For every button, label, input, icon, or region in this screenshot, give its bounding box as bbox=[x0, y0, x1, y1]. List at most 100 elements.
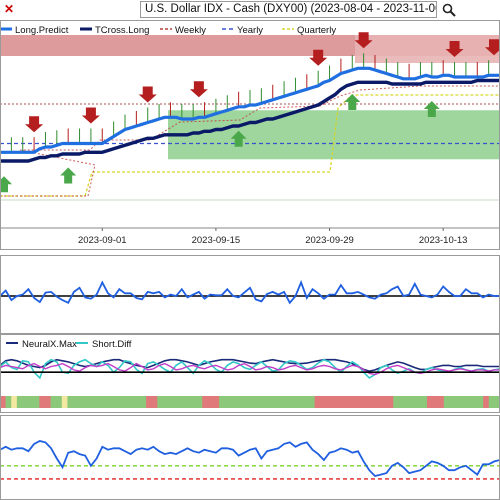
signal-strip-cell bbox=[73, 396, 80, 408]
signal-strip-cell bbox=[123, 396, 130, 408]
signal-strip-cell bbox=[157, 396, 164, 408]
signal-strip-cell bbox=[432, 396, 439, 408]
signal-strip-cell bbox=[213, 396, 220, 408]
signal-strip-cell bbox=[56, 396, 63, 408]
signal-strip-cell bbox=[308, 396, 316, 408]
signal-strip-cell bbox=[314, 396, 321, 408]
signal-strip-cell bbox=[247, 396, 254, 408]
signal-strip-cell bbox=[359, 396, 366, 408]
signal-strip-cell bbox=[415, 396, 422, 408]
signal-strip-cell bbox=[297, 396, 304, 408]
signal-strip-cell bbox=[5, 396, 12, 408]
signal-strip-cell bbox=[331, 396, 338, 408]
signal-strip-cell bbox=[449, 396, 456, 408]
signal-strip-cell bbox=[320, 396, 327, 408]
signal-strip-cell bbox=[39, 396, 46, 408]
price-panel: Long.Predict TCross.Long Weekly Yearly Quart… bbox=[0, 25, 500, 246]
x-tick-label: 2023-09-29 bbox=[305, 235, 354, 246]
signal-strip-cell bbox=[376, 396, 383, 408]
signal-strip-cell bbox=[443, 396, 450, 408]
signal-strip-cell bbox=[146, 396, 153, 408]
signal-strip-cell bbox=[460, 396, 467, 408]
signal-strip-cell bbox=[241, 396, 248, 408]
down-arrow-marker bbox=[138, 86, 157, 103]
legend-label: Short.Diff bbox=[92, 339, 132, 350]
signal-strip-cell bbox=[275, 396, 282, 408]
signal-strip-cell bbox=[22, 396, 29, 408]
signal-strip-cell bbox=[466, 396, 473, 408]
signal-strip-cell bbox=[264, 396, 271, 408]
signal-strip-cell bbox=[112, 396, 119, 408]
signal-strip-cell bbox=[230, 396, 237, 408]
signal-strip-cell bbox=[365, 396, 372, 408]
signal-strip-cell bbox=[28, 396, 35, 408]
signal-strip-cell bbox=[404, 396, 411, 408]
signal-strip-cell bbox=[219, 396, 226, 408]
signal-strip-cell bbox=[101, 396, 108, 408]
signal-strip-cell bbox=[426, 396, 433, 408]
chart-canvas: Long.Predict TCross.Long Weekly Yearly Quart… bbox=[0, 20, 500, 500]
signal-strip-cell bbox=[179, 396, 186, 408]
signal-strip-cell bbox=[185, 396, 192, 408]
legend-label: TCross.Long bbox=[95, 25, 149, 36]
signal-strip-cell bbox=[410, 396, 417, 408]
signal-strip-cell bbox=[129, 396, 136, 408]
signal-strip-cell bbox=[438, 396, 445, 408]
signal-strip-cell bbox=[196, 396, 203, 408]
search-icon bbox=[442, 3, 456, 17]
panel-border bbox=[0, 415, 500, 500]
close-icon[interactable]: ✕ bbox=[4, 2, 14, 16]
up-arrow-marker bbox=[344, 94, 361, 110]
signal-strip-cell bbox=[168, 396, 175, 408]
legend-label: Quarterly bbox=[297, 25, 336, 36]
signal-strip-cell bbox=[387, 396, 394, 408]
signal-strip-cell bbox=[11, 396, 18, 408]
signal-strip-cell bbox=[134, 396, 141, 408]
x-tick-label: 2023-09-01 bbox=[78, 235, 127, 246]
chart-window: Long.Predict TCross.Long Weekly Yearly Quart… bbox=[0, 0, 500, 500]
signal-strip-cell bbox=[67, 396, 74, 408]
signal-strip-cell bbox=[337, 396, 344, 408]
signal-strip-cell bbox=[84, 396, 91, 408]
legend-label: Yearly bbox=[237, 25, 263, 36]
signal-strip-cell bbox=[342, 396, 349, 408]
signal-strip-cell bbox=[292, 396, 299, 408]
signal-strip-cell bbox=[471, 396, 478, 408]
signal-strip-cell bbox=[78, 396, 85, 408]
signal-strip-cell bbox=[269, 396, 276, 408]
down-arrow-marker bbox=[81, 107, 100, 124]
signal-strip-cell bbox=[89, 396, 96, 408]
signal-strip-cell bbox=[353, 396, 360, 408]
signal-strip-cell bbox=[207, 396, 214, 408]
signal-strip-cell bbox=[370, 396, 377, 408]
resistance-band-upper bbox=[355, 35, 500, 63]
signal-strip-cell bbox=[382, 396, 389, 408]
signal-strip-cell bbox=[16, 396, 23, 408]
x-tick-label: 2023-10-13 bbox=[419, 235, 468, 246]
signal-strip-cell bbox=[44, 396, 51, 408]
signal-strip-cell bbox=[95, 396, 102, 408]
signal-strip-cell bbox=[61, 396, 68, 408]
signal-strip-cell bbox=[421, 396, 428, 408]
signal-strip-cell bbox=[303, 396, 310, 408]
oscillator-3-panel bbox=[0, 440, 500, 480]
signal-strip-cell bbox=[488, 396, 495, 408]
signal-strip-cell bbox=[202, 396, 209, 408]
up-arrow-marker bbox=[0, 176, 12, 193]
x-tick-label: 2023-09-15 bbox=[192, 235, 241, 246]
down-arrow-marker bbox=[189, 81, 208, 98]
oscillator-1-panel bbox=[0, 279, 500, 305]
down-arrow-marker bbox=[25, 116, 44, 133]
signal-strip-cell bbox=[235, 396, 242, 408]
legend-label: NeuralX.Max bbox=[22, 339, 77, 350]
oscillator-2-panel: NeuralX.Max Short.Diff bbox=[0, 339, 500, 408]
up-arrow-marker bbox=[60, 167, 77, 184]
signal-strip-cell bbox=[50, 396, 57, 408]
search-button[interactable] bbox=[440, 1, 458, 18]
support-band bbox=[168, 110, 500, 160]
signal-strip-cell bbox=[106, 396, 113, 408]
legend-label: Long.Predict bbox=[15, 25, 69, 36]
osc1-line bbox=[0, 279, 500, 305]
legend-label: Weekly bbox=[175, 25, 206, 36]
signal-strip-cell bbox=[224, 396, 231, 408]
